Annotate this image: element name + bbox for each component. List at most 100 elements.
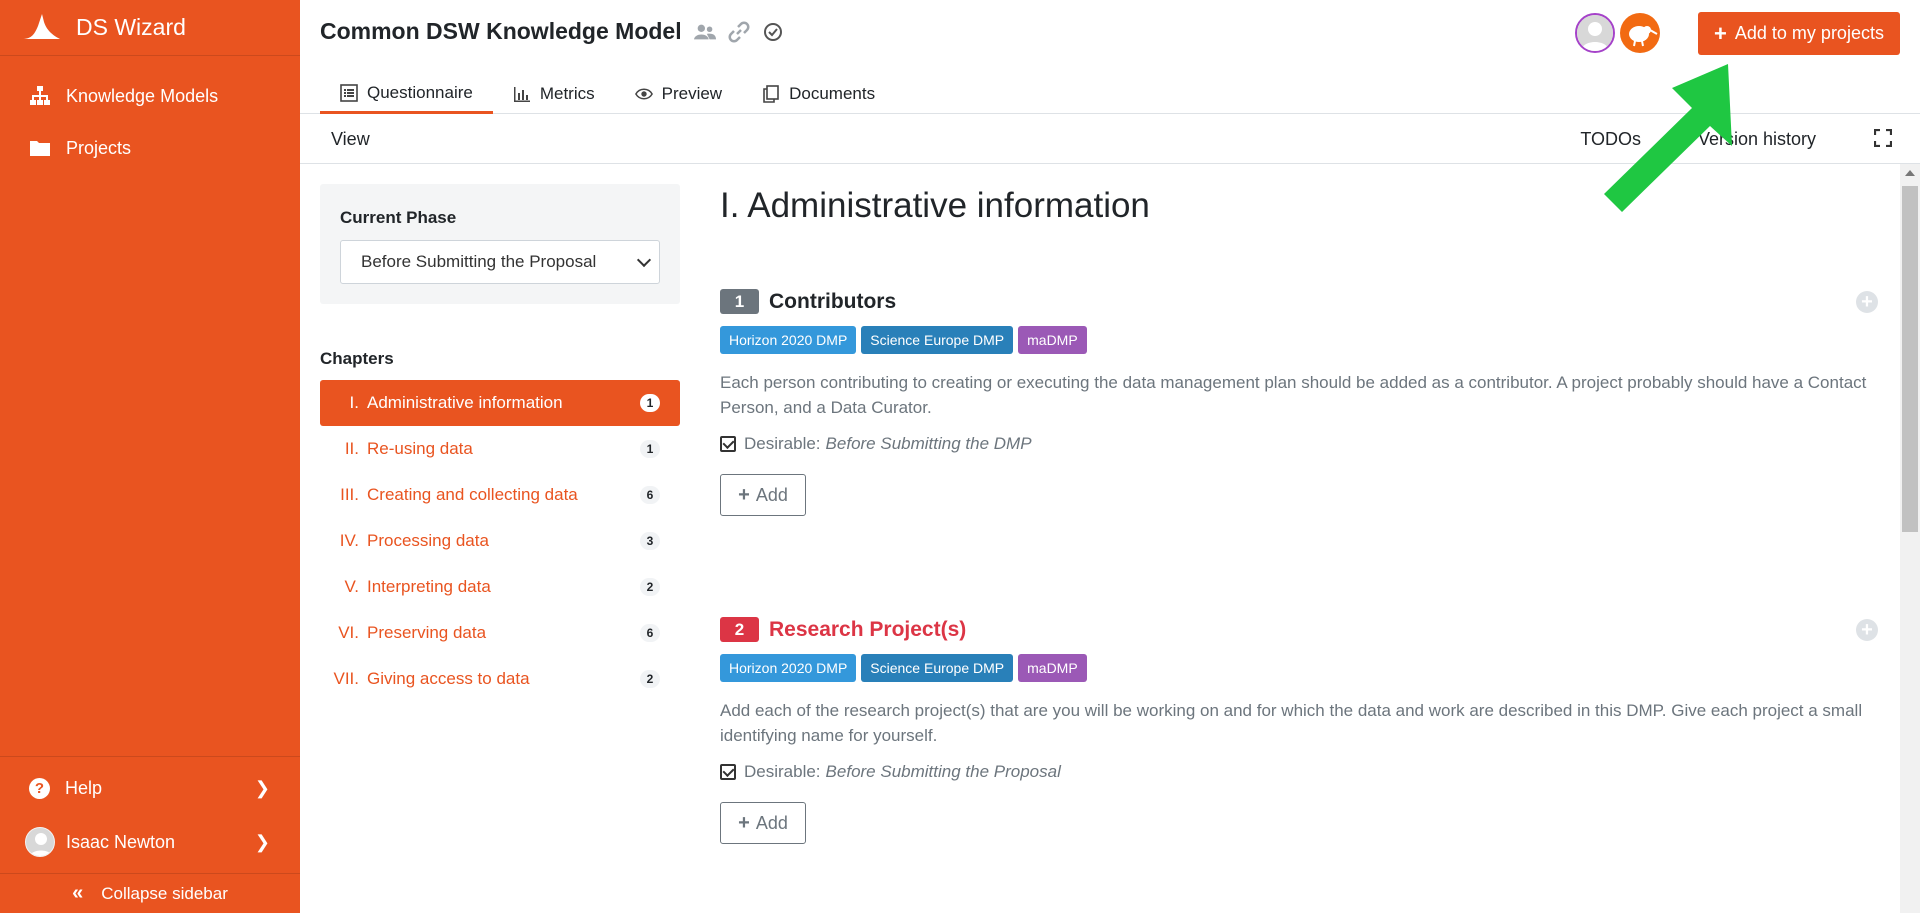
tab-label: Preview: [661, 84, 723, 103]
chapter-label: Re-using data: [367, 439, 473, 458]
chapter-title: I. Administrative information: [720, 186, 1150, 225]
chevron-right-icon: ❯: [254, 777, 270, 798]
folder-icon: [30, 141, 50, 156]
collapse-sidebar-button[interactable]: « Collapse sidebar: [0, 873, 300, 913]
desirable-label: Desirable:: [744, 762, 821, 781]
sidebar: DS Wizard Knowledge Models Projects ? He…: [0, 0, 300, 913]
add-comment-icon[interactable]: +: [1856, 619, 1878, 641]
tab-preview[interactable]: Preview: [615, 74, 742, 114]
phase-select[interactable]: Before Submitting the Proposal: [340, 240, 660, 284]
brand[interactable]: DS Wizard: [0, 0, 300, 56]
chapter-count-badge: 2: [640, 670, 660, 688]
plus-icon: +: [1714, 20, 1727, 46]
chapter-number: I.: [349, 393, 359, 412]
chapters-label: Chapters: [320, 349, 394, 368]
chapter-item[interactable]: III. Creating and collecting data 6: [320, 472, 680, 518]
chapter-item[interactable]: II. Re-using data 1: [320, 426, 680, 472]
chapter-item[interactable]: I. Administrative information 1: [320, 380, 680, 426]
add-item-button[interactable]: + Add: [720, 802, 806, 844]
chapter-item[interactable]: IV. Processing data 3: [320, 518, 680, 564]
check-circle-icon: [763, 22, 782, 41]
sidebar-item-knowledge-models[interactable]: Knowledge Models: [0, 70, 300, 122]
sidebar-item-label: Projects: [66, 137, 132, 158]
phase-select-value: Before Submitting the Proposal: [361, 252, 597, 271]
wizard-hat-logo-icon: [22, 13, 60, 39]
fullscreen-icon[interactable]: [1874, 129, 1892, 147]
tab-questionnaire[interactable]: Questionnaire: [320, 74, 493, 114]
chapter-label: Creating and collecting data: [367, 485, 578, 504]
add-item-button[interactable]: + Add: [720, 474, 806, 516]
chapter-label: Administrative information: [367, 393, 563, 412]
chapter-label: Preserving data: [367, 623, 487, 642]
plus-icon: +: [738, 811, 750, 834]
scrollbar-thumb[interactable]: [1902, 186, 1918, 532]
view-menu[interactable]: View: [331, 129, 370, 150]
avatar[interactable]: [1575, 13, 1615, 53]
tab-label: Questionnaire: [367, 82, 473, 102]
desirable-value: Before Submitting the DMP: [825, 434, 1032, 453]
chapter-label: Processing data: [367, 531, 489, 550]
tabs: Questionnaire Metrics Preview Documents: [320, 74, 895, 114]
sidebar-help[interactable]: ? Help ❯: [0, 761, 300, 815]
add-comment-icon[interactable]: +: [1856, 291, 1878, 313]
question-title: Contributors: [769, 289, 897, 313]
chapter-item[interactable]: V. Interpreting data 2: [320, 564, 680, 610]
chevron-right-icon: ❯: [254, 831, 270, 852]
link-icon: [728, 21, 750, 42]
chapter-count-badge: 6: [640, 624, 660, 642]
tag-list: Horizon 2020 DMP Science Europe DMP maDM…: [720, 326, 1880, 354]
question-header: 1 Contributors: [720, 289, 1880, 314]
double-chevron-left-icon: «: [72, 882, 84, 904]
bar-chart-icon: [513, 87, 530, 102]
chapter-number: III.: [340, 485, 359, 504]
chapter-number: II.: [344, 439, 359, 458]
current-phase-panel: Current Phase Before Submitting the Prop…: [320, 184, 680, 304]
sidebar-item-projects[interactable]: Projects: [0, 122, 300, 174]
chapter-label: Interpreting data: [367, 577, 491, 596]
chapter-label: Giving access to data: [367, 669, 530, 688]
green-arrow-annotation-icon: [1604, 64, 1732, 212]
scroll-up-arrow-icon[interactable]: [1905, 170, 1915, 176]
copy-icon: [763, 85, 779, 103]
question-number-badge: 1: [720, 289, 759, 314]
avatar-kiwi[interactable]: [1620, 13, 1660, 53]
desirable-phase: Desirable: Before Submitting the Proposa…: [720, 762, 1880, 782]
tab-label: Metrics: [539, 84, 595, 103]
plus-icon: +: [738, 483, 750, 506]
sidebar-item-label: Knowledge Models: [66, 85, 219, 106]
current-phase-label: Current Phase: [340, 208, 457, 227]
chapter-count-badge: 1: [640, 440, 660, 458]
question: 2 Research Project(s) + Horizon 2020 DMP…: [720, 617, 1880, 844]
add-label: Add: [755, 484, 788, 505]
collapse-label: Collapse sidebar: [101, 883, 228, 903]
add-label: Add: [755, 812, 788, 833]
tag-horizon-2020: Horizon 2020 DMP: [720, 654, 857, 682]
question-number-badge: 2: [720, 617, 759, 642]
tab-documents[interactable]: Documents: [742, 74, 895, 114]
question-header: 2 Research Project(s): [720, 617, 1880, 642]
tab-metrics[interactable]: Metrics: [493, 74, 615, 114]
chapter-item[interactable]: VI. Preserving data 6: [320, 610, 680, 656]
tab-label: Documents: [789, 84, 876, 103]
scrollbar[interactable]: [1900, 164, 1920, 913]
add-to-my-projects-button[interactable]: + Add to my projects: [1698, 12, 1900, 55]
question-circle-icon: ?: [29, 777, 50, 799]
tag-science-europe: Science Europe DMP: [861, 326, 1014, 354]
eye-icon: [634, 88, 653, 100]
chapter-list: I. Administrative information 1 II. Re-u…: [320, 380, 680, 702]
page-title: Common DSW Knowledge Model: [320, 18, 682, 44]
tag-list: Horizon 2020 DMP Science Europe DMP maDM…: [720, 654, 1880, 682]
chapter-number: VII.: [333, 669, 359, 688]
sidebar-nav: Knowledge Models Projects: [0, 56, 300, 174]
title-row: Common DSW Knowledge Model: [320, 18, 784, 45]
help-label: Help: [65, 777, 103, 798]
chapter-count-badge: 6: [640, 486, 660, 504]
sidebar-user[interactable]: Isaac Newton ❯: [0, 815, 300, 869]
chapter-item[interactable]: VII. Giving access to data 2: [320, 656, 680, 702]
user-name: Isaac Newton: [66, 831, 176, 852]
question-description: Each person contributing to creating or …: [720, 373, 1867, 417]
divider: [0, 756, 300, 757]
app-name: DS Wizard: [76, 14, 186, 40]
sitemap-icon: [30, 86, 50, 105]
question-title: Research Project(s): [769, 617, 967, 641]
